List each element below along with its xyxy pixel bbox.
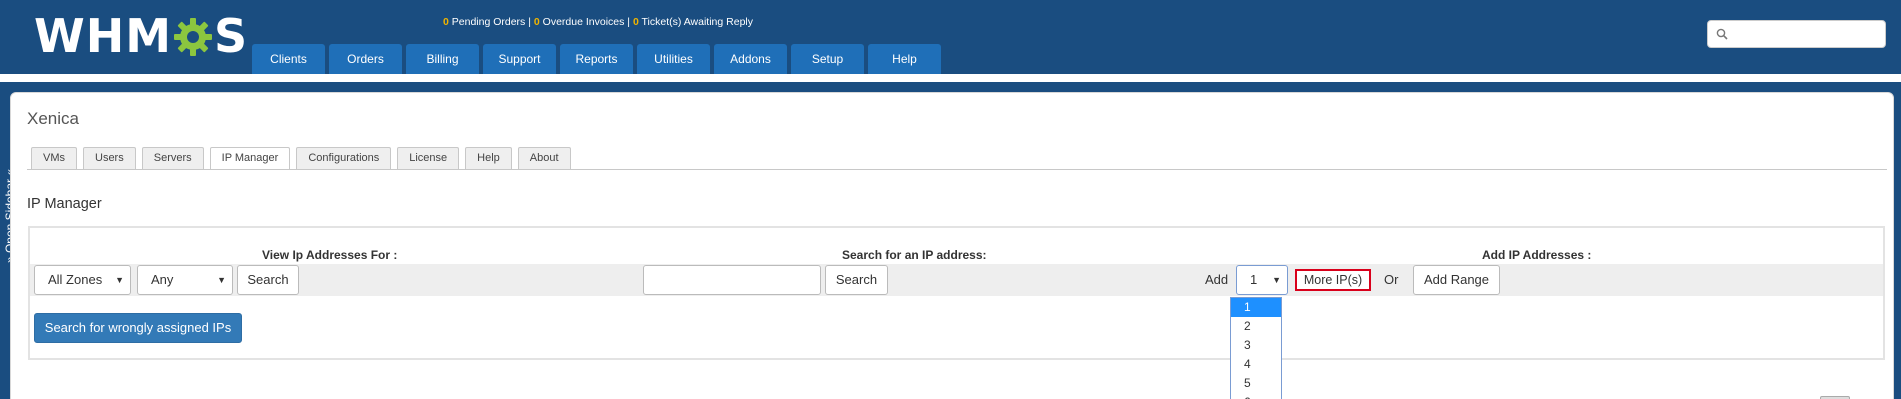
ip-count-value: 1 [1250,272,1258,287]
chevron-down-icon: ▼ [115,275,124,285]
tab-help[interactable]: Help [465,147,512,169]
tab-ip-manager[interactable]: IP Manager [209,147,291,170]
tab-servers[interactable]: Servers [141,147,204,169]
global-search-input[interactable] [1732,24,1880,44]
view-ips-heading: View Ip Addresses For : [262,248,398,262]
chevron-down-icon: ▼ [217,275,226,285]
more-ips-button[interactable]: More IP(s) [1295,269,1371,291]
or-label: Or [1384,272,1399,287]
section-title: IP Manager [27,196,102,212]
tab-about[interactable]: About [517,147,571,169]
ip-count-option[interactable]: 3 [1231,336,1281,355]
controls-row [30,264,1883,296]
add-label: Add [1205,272,1229,287]
nav-tab-help[interactable]: Help [868,44,941,74]
add-ips-heading: Add IP Addresses : [1482,248,1592,262]
tickets-count[interactable]: 0 [633,16,639,28]
pending-orders-label[interactable]: Pending Orders [452,16,526,28]
ip-count-select[interactable]: 1 ▼ [1236,265,1288,295]
main-nav: Clients Orders Billing Support Reports U… [252,44,945,74]
overdue-invoices-label[interactable]: Overdue Invoices [543,16,625,28]
tab-vms[interactable]: VMs [31,147,77,169]
stats-separator: | [627,16,631,28]
ip-manager-panel: View Ip Addresses For : Search for an IP… [28,226,1885,360]
ip-search-input[interactable] [643,265,821,295]
chevron-down-icon: ▼ [1272,275,1281,285]
nav-tab-clients[interactable]: Clients [252,44,325,74]
ip-count-option[interactable]: 6 [1231,393,1281,399]
tab-configurations[interactable]: Configurations [296,147,392,169]
nav-tab-setup[interactable]: Setup [791,44,864,74]
zone-select-value: All Zones [48,272,103,287]
add-range-button[interactable]: Add Range [1413,265,1500,295]
stats-separator: | [528,16,531,28]
top-header: WHM S 0 Pending Orders | 0 Overdue Invoi… [0,0,1901,74]
module-tabs: VMs Users Servers IP Manager Configurati… [31,147,577,170]
header-divider [0,74,1901,82]
page-title: Xenica [27,109,79,128]
logo-text-pre: WHM [34,9,173,63]
ip-count-option[interactable]: 1 [1231,298,1281,317]
tickets-label[interactable]: Ticket(s) Awaiting Reply [642,16,753,28]
wrong-ips-search-button[interactable]: Search for wrongly assigned IPs [34,313,242,343]
nav-tab-orders[interactable]: Orders [329,44,402,74]
nav-tab-support[interactable]: Support [483,44,556,74]
search-icon [1716,28,1728,40]
nav-tab-addons[interactable]: Addons [714,44,787,74]
global-search[interactable] [1707,20,1886,48]
gear-logo-icon [174,18,213,56]
type-select[interactable]: Any ▼ [137,265,233,295]
type-select-value: Any [151,272,174,287]
ip-count-option[interactable]: 4 [1231,355,1281,374]
pending-orders-count[interactable]: 0 [443,16,449,28]
overdue-invoices-count[interactable]: 0 [534,16,540,28]
nav-tab-reports[interactable]: Reports [560,44,633,74]
ip-count-options: 1 2 3 4 5 6 [1230,297,1282,399]
nav-tab-utilities[interactable]: Utilities [637,44,710,74]
zone-select[interactable]: All Zones ▼ [34,265,131,295]
ip-search-button[interactable]: Search [825,265,888,295]
whmcs-logo[interactable]: WHM S [34,9,249,63]
nav-tab-billing[interactable]: Billing [406,44,479,74]
tabs-divider [27,169,1887,170]
logo-text-post: S [214,9,249,63]
header-stats: 0 Pending Orders | 0 Overdue Invoices | … [443,16,753,28]
search-ip-heading: Search for an IP address: [842,248,987,262]
tab-users[interactable]: Users [83,147,136,169]
ip-count-option[interactable]: 5 [1231,374,1281,393]
ip-count-option[interactable]: 2 [1231,317,1281,336]
content-area: Xenica VMs Users Servers IP Manager Conf… [10,92,1894,399]
tab-license[interactable]: License [397,147,460,169]
view-search-button[interactable]: Search [237,265,299,295]
